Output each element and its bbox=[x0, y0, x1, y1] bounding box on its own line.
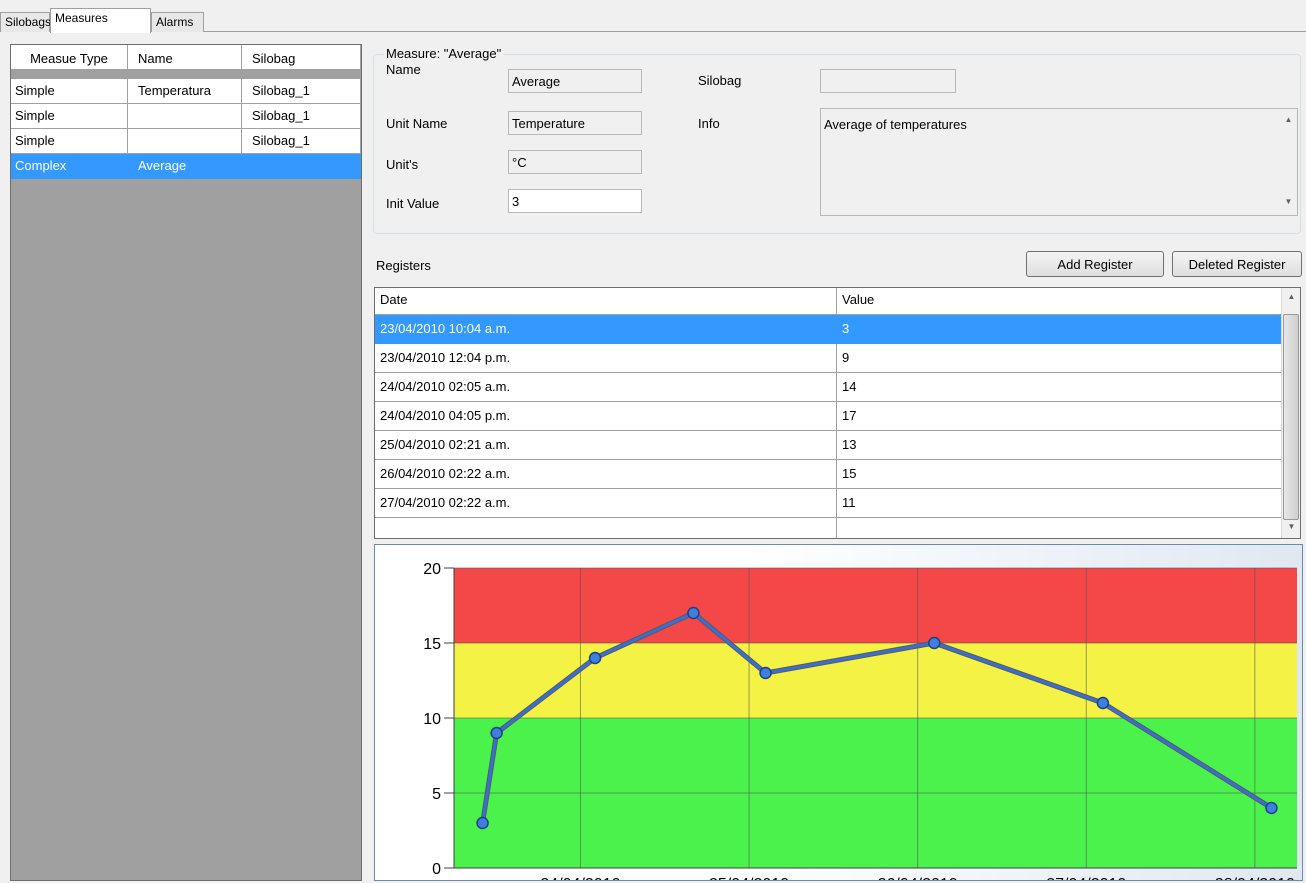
unit-name-field[interactable]: Temperature bbox=[508, 111, 642, 135]
info-scrollbar[interactable]: ▲ ▼ bbox=[1280, 109, 1297, 215]
name-field[interactable]: Average bbox=[508, 69, 642, 93]
x-tick-label: 28/04/2010 bbox=[1215, 876, 1295, 880]
cell-date bbox=[375, 518, 837, 538]
info-textarea[interactable]: Average of temperatures ▲ ▼ bbox=[820, 108, 1298, 216]
y-tick-label: 10 bbox=[423, 711, 441, 728]
data-point bbox=[588, 651, 602, 665]
add-register-button[interactable]: Add Register bbox=[1026, 251, 1164, 277]
silobag-label: Silobag bbox=[698, 73, 742, 88]
cell-silobag: Silobag_1 bbox=[242, 79, 361, 104]
registers-scrollbar[interactable]: ▲ ▼ bbox=[1281, 288, 1300, 538]
table-row[interactable]: 25/04/2010 02:21 a.m. 13 bbox=[375, 431, 1281, 460]
cell-silobag bbox=[242, 154, 361, 179]
units-label: Unit's bbox=[386, 157, 419, 172]
cell-date: 25/04/2010 02:21 a.m. bbox=[375, 431, 837, 459]
cell-measure-type: Simple bbox=[11, 79, 128, 104]
column-header-measure-type[interactable]: Measue Type bbox=[11, 45, 128, 70]
table-row[interactable]: 23/04/2010 12:04 p.m. 9 bbox=[375, 344, 1281, 373]
cell-date: 23/04/2010 10:04 a.m. bbox=[375, 315, 837, 343]
cell-name bbox=[128, 104, 242, 129]
column-header-date[interactable]: Date bbox=[375, 288, 837, 316]
table-row-selected[interactable]: 23/04/2010 10:04 a.m. 3 bbox=[375, 315, 1281, 344]
table-row-selected[interactable]: Complex Average bbox=[11, 154, 361, 179]
init-value-label: Init Value bbox=[386, 196, 440, 211]
cell-value: 14 bbox=[842, 379, 857, 394]
data-point bbox=[687, 606, 700, 620]
tab-alarms[interactable]: Alarms bbox=[151, 12, 204, 32]
info-label: Info bbox=[698, 116, 720, 131]
scroll-up-icon[interactable]: ▲ bbox=[1280, 115, 1297, 124]
y-tick-label: 0 bbox=[432, 861, 441, 878]
x-tick-label: 26/04/2010 bbox=[878, 876, 958, 880]
y-tick-label: 20 bbox=[423, 561, 441, 578]
measures-grid-header: Measue Type Name Silobag bbox=[11, 45, 361, 70]
cell-value: 9 bbox=[842, 350, 850, 365]
cell-value: 17 bbox=[842, 408, 857, 423]
cell-name bbox=[128, 129, 242, 154]
cell-value: 13 bbox=[842, 437, 857, 452]
x-tick-label: 27/04/2010 bbox=[1046, 876, 1126, 880]
unit-name-label: Unit Name bbox=[386, 116, 448, 131]
table-row[interactable]: Simple Temperatura Silobag_1 bbox=[11, 79, 361, 104]
scroll-down-icon[interactable]: ▼ bbox=[1283, 522, 1300, 531]
cell-date: 27/04/2010 02:22 a.m. bbox=[375, 489, 837, 517]
register-chart: 24/04/2010 25/04/2010 26/04/2010 27/04/2010… bbox=[423, 561, 1297, 883]
cell-silobag: Silobag_1 bbox=[242, 104, 361, 129]
cell-value bbox=[837, 518, 1281, 538]
units-field[interactable]: °C bbox=[508, 150, 642, 174]
data-point bbox=[759, 666, 772, 680]
cell-date: 24/04/2010 04:05 p.m. bbox=[375, 402, 837, 430]
x-tick-label: 25/04/2010 bbox=[709, 876, 789, 880]
cell-date: 24/04/2010 02:05 a.m. bbox=[375, 373, 837, 401]
cell-name: Average bbox=[128, 154, 242, 179]
silobag-field[interactable] bbox=[820, 69, 956, 93]
measure-groupbox-title: Measure: "Average" bbox=[384, 46, 504, 61]
cell-measure-type: Complex bbox=[11, 154, 128, 179]
tab-silobags[interactable]: Silobags bbox=[0, 12, 51, 32]
data-point bbox=[476, 816, 489, 830]
table-row[interactable]: 27/04/2010 02:22 a.m. 11 bbox=[375, 489, 1281, 518]
data-point bbox=[1265, 801, 1278, 815]
column-header-silobag[interactable]: Silobag bbox=[242, 45, 361, 70]
column-header-name[interactable]: Name bbox=[128, 45, 242, 70]
cell-date: 26/04/2010 02:22 a.m. bbox=[375, 460, 837, 488]
table-row-partial[interactable] bbox=[375, 518, 1281, 538]
registers-grid-header: Date Value bbox=[375, 288, 1281, 316]
cell-date: 23/04/2010 12:04 p.m. bbox=[375, 344, 837, 372]
x-tick-label: 24/04/2010 bbox=[540, 876, 620, 880]
scroll-down-icon[interactable]: ▼ bbox=[1280, 197, 1297, 206]
y-tick-label: 5 bbox=[432, 786, 441, 803]
cell-name: Temperatura bbox=[128, 79, 242, 104]
measures-grid[interactable]: Measue Type Name Silobag Simple Temperat… bbox=[10, 44, 362, 881]
y-tick-label: 15 bbox=[423, 636, 441, 653]
scroll-up-icon[interactable]: ▲ bbox=[1283, 292, 1300, 301]
name-label: Name bbox=[386, 62, 421, 77]
init-value-field[interactable]: 3 bbox=[508, 189, 642, 213]
cell-value: 11 bbox=[842, 495, 856, 510]
table-row[interactable]: Simple Silobag_1 bbox=[11, 129, 361, 154]
registers-label: Registers bbox=[376, 258, 431, 273]
data-point bbox=[490, 726, 503, 740]
column-header-value[interactable]: Value bbox=[837, 288, 1281, 316]
cell-value: 3 bbox=[842, 321, 850, 336]
cell-measure-type: Simple bbox=[11, 129, 128, 154]
table-row[interactable]: 26/04/2010 02:22 a.m. 15 bbox=[375, 460, 1281, 489]
delete-register-button[interactable]: Deleted Register bbox=[1172, 251, 1302, 277]
chart-panel: 24/04/2010 25/04/2010 26/04/2010 27/04/2010… bbox=[374, 544, 1303, 883]
data-point bbox=[1096, 696, 1110, 710]
registers-grid[interactable]: Date Value 23/04/2010 10:04 a.m. 3 23/04… bbox=[374, 287, 1301, 539]
scrollbar-thumb[interactable] bbox=[1283, 314, 1299, 520]
table-row[interactable]: Simple Silobag_1 bbox=[11, 104, 361, 129]
cell-measure-type: Simple bbox=[11, 104, 128, 129]
table-row[interactable]: 24/04/2010 04:05 p.m. 17 bbox=[375, 402, 1281, 431]
cell-value: 15 bbox=[842, 466, 857, 481]
data-point bbox=[928, 636, 941, 650]
table-row[interactable]: 24/04/2010 02:05 a.m. 14 bbox=[375, 373, 1281, 402]
cell-silobag: Silobag_1 bbox=[242, 129, 361, 154]
info-text: Average of temperatures bbox=[824, 117, 967, 132]
tab-measures[interactable]: Measures bbox=[50, 8, 151, 33]
